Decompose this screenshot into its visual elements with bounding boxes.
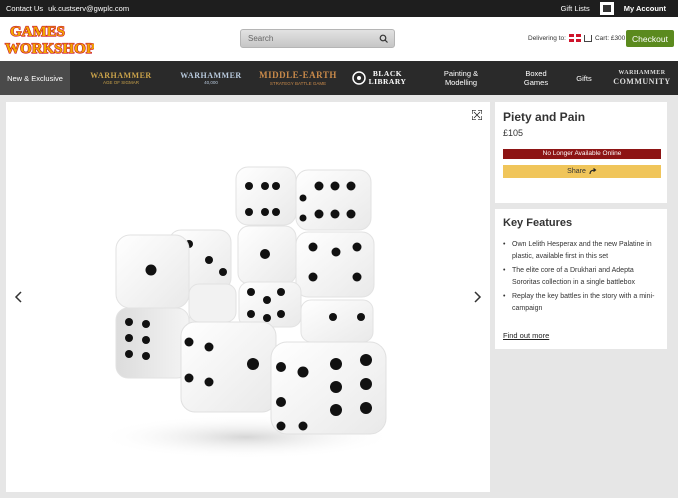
delivery-info: Delivering to: Cart: £300 (8): [528, 34, 635, 42]
feature-item: Replay the key battles in the story with…: [503, 291, 661, 314]
feature-item: The elite core of a Drukhari and Adepta …: [503, 265, 661, 288]
product-price: £105: [503, 128, 524, 138]
product-info-panel: Piety and Pain £105 No Longer Available …: [495, 102, 667, 203]
account-icon[interactable]: [599, 2, 614, 15]
search-input[interactable]: Search: [248, 34, 273, 43]
warhammer-40k-title: WARHAMMER: [180, 70, 242, 80]
find-out-more-link[interactable]: Find out more: [503, 331, 549, 340]
nav-boxed-games[interactable]: Boxed Games: [514, 61, 558, 95]
nav-black-library[interactable]: BLACK LIBRARY: [348, 61, 410, 95]
my-account-link[interactable]: My Account: [624, 4, 666, 13]
nav-gifts[interactable]: Gifts: [572, 61, 596, 95]
middle-earth-title: MIDDLE-EARTH: [259, 69, 337, 80]
feature-item: Own Lelith Hesperax and the new Palatine…: [503, 239, 661, 262]
top-utility-bar: Contact Us uk.custserv@gwplc.com Gift Li…: [0, 0, 678, 17]
key-features-list: Own Lelith Hesperax and the new Palatine…: [503, 239, 661, 317]
warhammer-40k-subtitle: 40,000: [204, 80, 218, 86]
community-title: WARHAMMER: [618, 69, 666, 76]
availability-status: No Longer Available Online: [503, 149, 661, 159]
gift-lists-link[interactable]: Gift Lists: [561, 4, 590, 13]
dice-product-image: [96, 166, 396, 459]
share-arrow-icon: [589, 167, 597, 174]
nav-age-of-sigmar[interactable]: WARHAMMER AGE OF SIGMAR: [80, 61, 162, 95]
games-workshop-logo[interactable]: GAMES WORKSHOP: [4, 20, 94, 58]
middle-earth-subtitle: STRATEGY BATTLE GAME: [269, 80, 327, 86]
nav-warhammer-40k[interactable]: WARHAMMER 40,000: [174, 61, 248, 95]
site-header: GAMES WORKSHOP Search Delivering to: Car…: [0, 17, 678, 61]
nav-painting-modelling[interactable]: Painting & Modelling: [432, 61, 490, 95]
cart-icon[interactable]: [583, 34, 592, 42]
product-title: Piety and Pain: [503, 110, 586, 124]
uk-flag-icon[interactable]: [568, 34, 581, 42]
black-library-icon: [351, 71, 366, 85]
nav-middle-earth[interactable]: MIDDLE-EARTH STRATEGY BATTLE GAME: [258, 61, 338, 95]
nav-warhammer-community[interactable]: WARHAMMER COMMUNITY: [612, 61, 672, 95]
delivering-to-label: Delivering to:: [528, 34, 566, 42]
contact-us-link[interactable]: Contact Us: [6, 4, 43, 13]
search-box[interactable]: Search: [240, 29, 395, 48]
share-label: Share: [567, 168, 586, 175]
share-button[interactable]: Share: [503, 165, 661, 178]
previous-image-arrow[interactable]: [14, 290, 24, 304]
checkout-button[interactable]: Checkout: [626, 30, 674, 47]
community-subtitle: COMMUNITY: [613, 76, 671, 86]
nav-new-exclusive[interactable]: New & Exclusive: [0, 61, 70, 95]
svg-text:GAMES: GAMES: [10, 24, 65, 40]
age-of-sigmar-subtitle: AGE OF SIGMAR: [102, 80, 139, 86]
age-of-sigmar-title: WARHAMMER: [90, 70, 152, 80]
svg-text:WORKSHOP: WORKSHOP: [5, 41, 94, 57]
expand-icon[interactable]: [472, 110, 482, 120]
key-features-title: Key Features: [503, 217, 573, 229]
email-link[interactable]: uk.custserv@gwplc.com: [48, 4, 129, 13]
product-gallery[interactable]: [6, 102, 490, 492]
next-image-arrow[interactable]: [472, 290, 482, 304]
search-icon[interactable]: [379, 34, 388, 43]
main-nav: New & Exclusive WARHAMMER AGE OF SIGMAR …: [0, 61, 678, 95]
key-features-panel: Key Features Own Lelith Hesperax and the…: [495, 209, 667, 349]
black-library-label: BLACK LIBRARY: [368, 68, 407, 86]
